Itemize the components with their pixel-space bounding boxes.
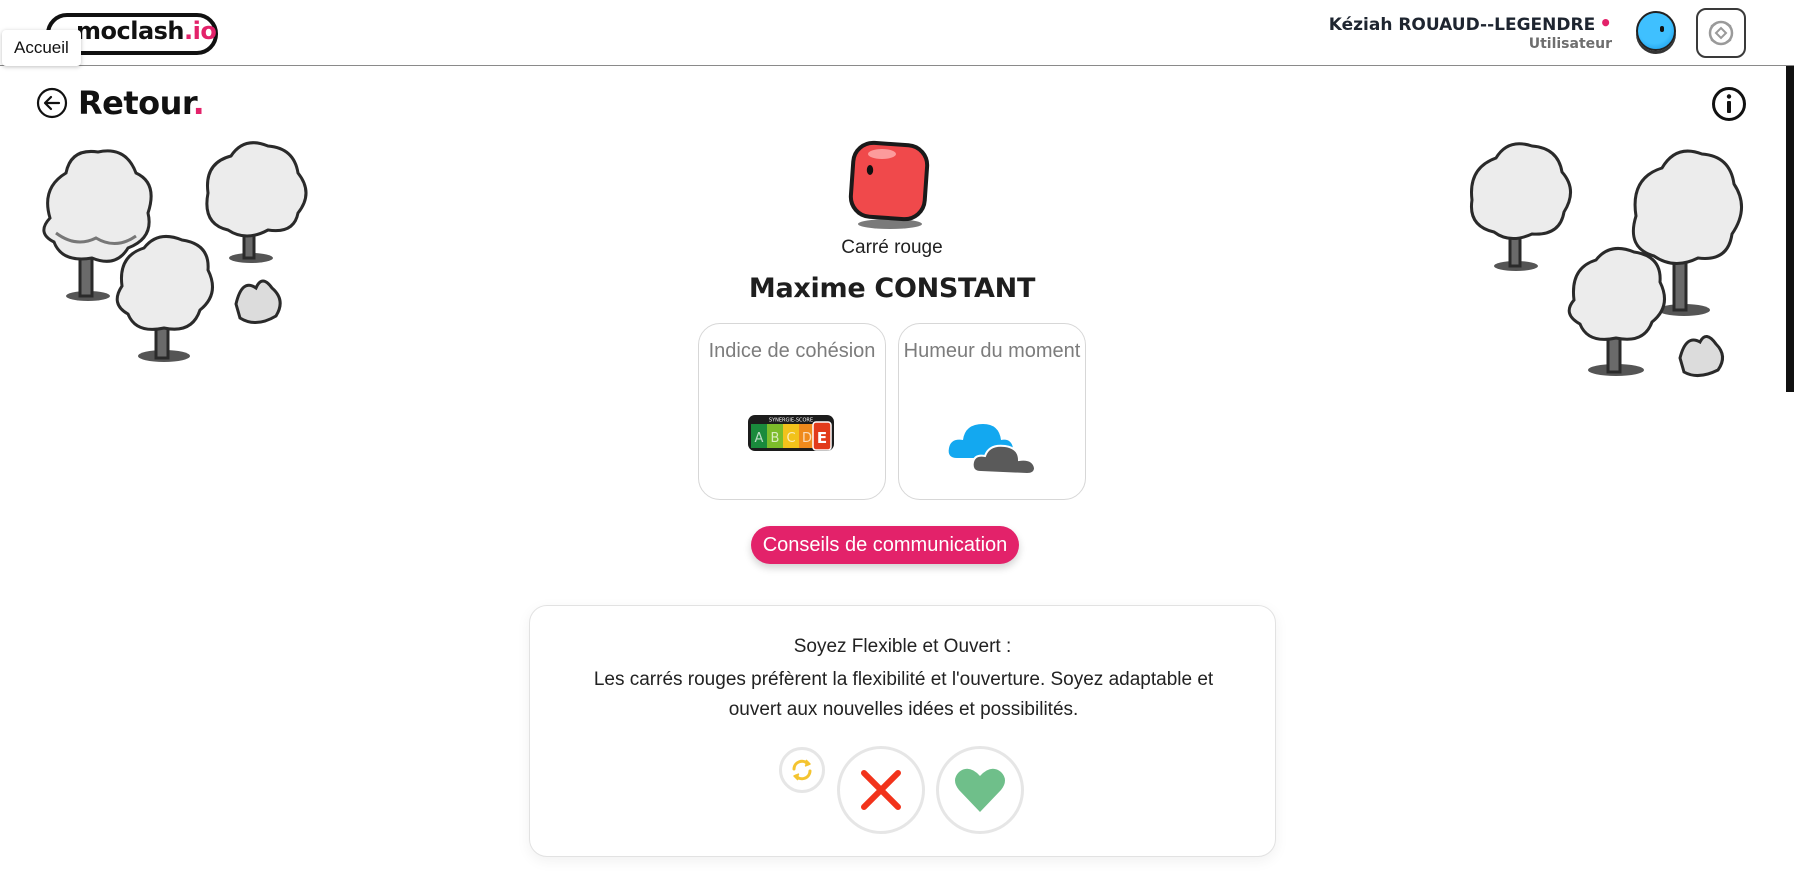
user-status-dot: • (1599, 11, 1612, 35)
grade-d: D (802, 431, 812, 446)
red-square-character (848, 140, 930, 229)
communication-advice-button[interactable]: Conseils de communication (751, 526, 1019, 564)
user-role: Utilisateur (1528, 36, 1612, 52)
user-name-row: Kéziah ROUAUD--LEGENDRE • (1329, 11, 1612, 35)
synergy-score-icon: SYNERGIE-SCORE A B C D E (748, 415, 834, 451)
grade-active: E (817, 429, 827, 447)
avatar-eye (1660, 26, 1664, 32)
grade-a: A (755, 431, 764, 446)
mood-card: Humeur du moment (898, 323, 1086, 500)
cohesion-card: Indice de cohésion SYNERGIE-SCORE A B C … (698, 323, 886, 500)
back-label: Retour. (78, 84, 205, 122)
arrow-left-circle-icon (36, 87, 68, 119)
grade-c: C (786, 431, 795, 446)
character-type-label: Carré rouge (841, 237, 943, 258)
home-tooltip: Accueil (2, 30, 81, 66)
grade-b: B (771, 431, 780, 446)
close-icon (861, 770, 901, 810)
cohesion-title: Indice de cohésion (708, 340, 876, 362)
advice-title: Soyez Flexible et Ouvert : (793, 636, 1012, 657)
advice-card: Soyez Flexible et Ouvert : Les carrés ro… (529, 605, 1276, 857)
logo-text: moclash (76, 17, 185, 45)
logo-suffix: .io (184, 17, 217, 45)
reject-button[interactable] (837, 746, 925, 834)
mood-title: Humeur du moment (903, 340, 1081, 362)
back-button[interactable]: Retour. (36, 84, 205, 122)
settings-icon (1708, 20, 1734, 46)
cloud-icon (948, 424, 1037, 476)
top-header: moclash.io Accueil Kéziah ROUAUD--LEGEND… (0, 0, 1794, 66)
person-name: Maxime CONSTANT (748, 273, 1036, 304)
refresh-button[interactable] (779, 747, 825, 793)
trees-illustration-right (1469, 142, 1743, 377)
heart-icon (955, 768, 1005, 812)
avatar[interactable] (1636, 11, 1676, 51)
user-name: Kéziah ROUAUD--LEGENDRE (1328, 15, 1596, 35)
advice-text: Les carrés rouges préfèrent la flexibili… (593, 669, 1214, 720)
settings-button[interactable] (1696, 8, 1746, 58)
refresh-icon (792, 759, 812, 781)
like-button[interactable] (936, 746, 1024, 834)
logo[interactable]: moclash.io (76, 17, 217, 45)
info-icon[interactable] (1711, 86, 1747, 122)
scrollbar[interactable] (1786, 66, 1794, 392)
synergy-score-header: SYNERGIE-SCORE (769, 418, 813, 424)
